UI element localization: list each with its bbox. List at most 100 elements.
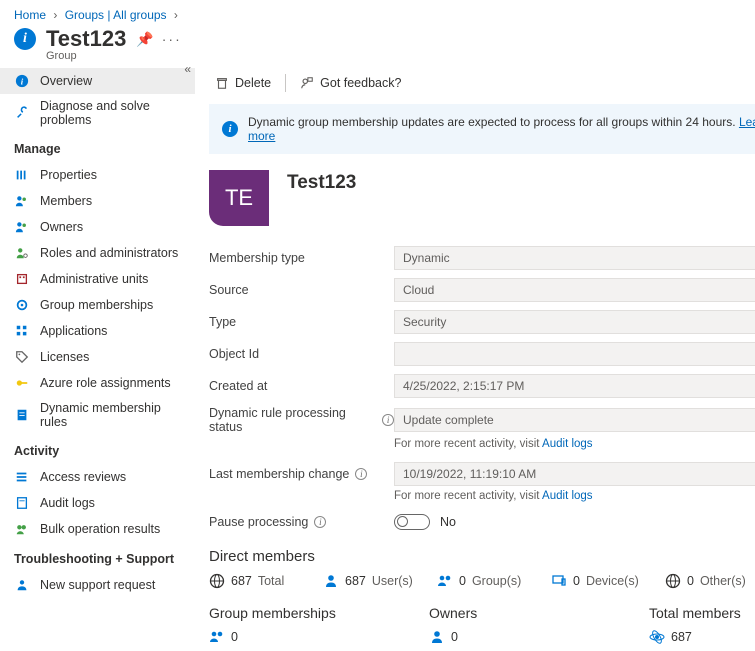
group-avatar: TE bbox=[209, 170, 269, 226]
summary-owners[interactable]: Owners 0 bbox=[429, 605, 569, 645]
stat-devices[interactable]: 0Device(s) bbox=[551, 573, 641, 589]
sidebar-item-licenses[interactable]: Licenses bbox=[0, 344, 195, 370]
sidebar-label: Bulk operation results bbox=[40, 522, 160, 536]
audit-logs-link[interactable]: Audit logs bbox=[542, 490, 593, 502]
sidebar-item-properties[interactable]: Properties bbox=[0, 162, 195, 188]
summary-heading: Owners bbox=[429, 605, 569, 621]
value-created-at: 4/25/2022, 2:15:17 PM⧉ bbox=[394, 374, 755, 398]
summary-heading: Total members bbox=[649, 605, 755, 621]
stat-users[interactable]: 687User(s) bbox=[323, 573, 413, 589]
feedback-label: Got feedback? bbox=[320, 76, 401, 90]
page-title: Test123 bbox=[46, 26, 126, 52]
sidebar-label: Administrative units bbox=[40, 272, 148, 286]
sidebar-item-group-memberships[interactable]: Group memberships bbox=[0, 292, 195, 318]
sidebar-label: Azure role assignments bbox=[40, 376, 171, 390]
sidebar-label: Properties bbox=[40, 168, 97, 182]
sidebar-label: Roles and administrators bbox=[40, 246, 178, 260]
toolbar: Delete Got feedback? bbox=[209, 68, 755, 104]
sidebar-label: Applications bbox=[40, 324, 107, 338]
collapse-icon[interactable]: « bbox=[184, 62, 191, 76]
sidebar-section-activity: Activity bbox=[0, 434, 195, 464]
sidebar-label: New support request bbox=[40, 578, 155, 592]
value-last-change: 10/19/2022, 11:19:10 AM⧉ bbox=[394, 462, 755, 486]
sidebar-item-azure-roles[interactable]: Azure role assignments bbox=[0, 370, 195, 396]
pin-icon[interactable]: 📌 bbox=[136, 31, 153, 48]
feedback-button[interactable]: Got feedback? bbox=[294, 72, 407, 94]
sidebar-item-admin-units[interactable]: Administrative units bbox=[0, 266, 195, 292]
group-name: Test123 bbox=[287, 172, 356, 194]
label-object-id: Object Id bbox=[209, 347, 394, 361]
label-membership-type: Membership type bbox=[209, 251, 394, 265]
label-source: Source bbox=[209, 283, 394, 297]
sidebar-item-diagnose[interactable]: Diagnose and solve problems bbox=[0, 94, 195, 132]
sidebar-item-applications[interactable]: Applications bbox=[0, 318, 195, 344]
breadcrumb: Home › Groups | All groups › bbox=[0, 0, 755, 24]
breadcrumb-home[interactable]: Home bbox=[14, 8, 46, 22]
sidebar-item-members[interactable]: Members bbox=[0, 188, 195, 214]
tooltip-icon[interactable]: i bbox=[382, 414, 394, 426]
value-dynamic-status: Update complete⧉ bbox=[394, 408, 755, 432]
grid-icon bbox=[14, 323, 30, 339]
chevron-icon: › bbox=[49, 8, 61, 22]
stat-groups[interactable]: 0Group(s) bbox=[437, 573, 527, 589]
label-pause-processing: Pause processingi bbox=[209, 515, 394, 529]
stat-others[interactable]: 0Other(s) bbox=[665, 573, 755, 589]
value-source: Cloud⧉ bbox=[394, 278, 755, 302]
log-icon bbox=[14, 495, 30, 511]
document-icon bbox=[14, 407, 30, 423]
label-last-change: Last membership changei bbox=[209, 467, 394, 481]
summary-total-members[interactable]: Total members 687 bbox=[649, 605, 755, 645]
sidebar-item-dynamic-rules[interactable]: Dynamic membership rules bbox=[0, 396, 195, 434]
person-icon bbox=[323, 573, 339, 589]
breadcrumb-groups[interactable]: Groups | All groups bbox=[65, 8, 167, 22]
sidebar-item-support[interactable]: New support request bbox=[0, 572, 195, 598]
list-icon bbox=[14, 469, 30, 485]
pause-processing-value: No bbox=[440, 515, 456, 529]
building-icon bbox=[14, 271, 30, 287]
device-icon bbox=[551, 573, 567, 589]
value-type: Security⧉ bbox=[394, 310, 755, 334]
people-icon bbox=[209, 629, 225, 645]
sidebar-label: Overview bbox=[40, 74, 92, 88]
sidebar-section-manage: Manage bbox=[0, 132, 195, 162]
summary-group-memberships[interactable]: Group memberships 0 bbox=[209, 605, 349, 645]
sidebar-label: Access reviews bbox=[40, 470, 126, 484]
delete-label: Delete bbox=[235, 76, 271, 90]
audit-logs-link[interactable]: Audit logs bbox=[542, 438, 593, 450]
sidebar-label: Licenses bbox=[40, 350, 89, 364]
sidebar-item-roles[interactable]: Roles and administrators bbox=[0, 240, 195, 266]
label-dynamic-status: Dynamic rule processing statusi bbox=[209, 406, 394, 434]
more-icon[interactable]: ··· bbox=[162, 31, 182, 47]
info-icon: i bbox=[14, 73, 30, 89]
globe-icon bbox=[209, 573, 225, 589]
sidebar-label: Dynamic membership rules bbox=[40, 401, 185, 429]
value-object-id: ⧉ bbox=[394, 342, 755, 366]
wrench-icon bbox=[14, 105, 30, 121]
sidebar-item-audit-logs[interactable]: Audit logs bbox=[0, 490, 195, 516]
trash-icon bbox=[215, 76, 229, 90]
hero: TE Test123 bbox=[209, 170, 755, 226]
person-feedback-icon bbox=[300, 76, 314, 90]
stat-total[interactable]: 687Total bbox=[209, 573, 299, 589]
label-type: Type bbox=[209, 315, 394, 329]
sidebar-label: Owners bbox=[40, 220, 83, 234]
sidebar-item-owners[interactable]: Owners bbox=[0, 214, 195, 240]
sidebar-section-troubleshooting: Troubleshooting + Support bbox=[0, 542, 195, 572]
sidebar-label: Group memberships bbox=[40, 298, 153, 312]
sidebar-label: Diagnose and solve problems bbox=[40, 99, 185, 127]
info-icon: i bbox=[222, 121, 238, 137]
helper-audit-logs: For more recent activity, visit Audit lo… bbox=[394, 438, 755, 450]
sidebar-item-access-reviews[interactable]: Access reviews bbox=[0, 464, 195, 490]
pause-processing-toggle[interactable] bbox=[394, 514, 430, 530]
globe-icon bbox=[665, 573, 681, 589]
tooltip-icon[interactable]: i bbox=[314, 516, 326, 528]
helper-audit-logs: For more recent activity, visit Audit lo… bbox=[394, 490, 755, 502]
properties-icon bbox=[14, 167, 30, 183]
sidebar-item-overview[interactable]: i Overview bbox=[0, 68, 195, 94]
person-icon bbox=[429, 629, 445, 645]
summary-heading: Group memberships bbox=[209, 605, 349, 621]
tooltip-icon[interactable]: i bbox=[355, 468, 367, 480]
delete-button[interactable]: Delete bbox=[209, 72, 277, 94]
sidebar-item-bulk-results[interactable]: Bulk operation results bbox=[0, 516, 195, 542]
info-icon: i bbox=[14, 28, 36, 50]
